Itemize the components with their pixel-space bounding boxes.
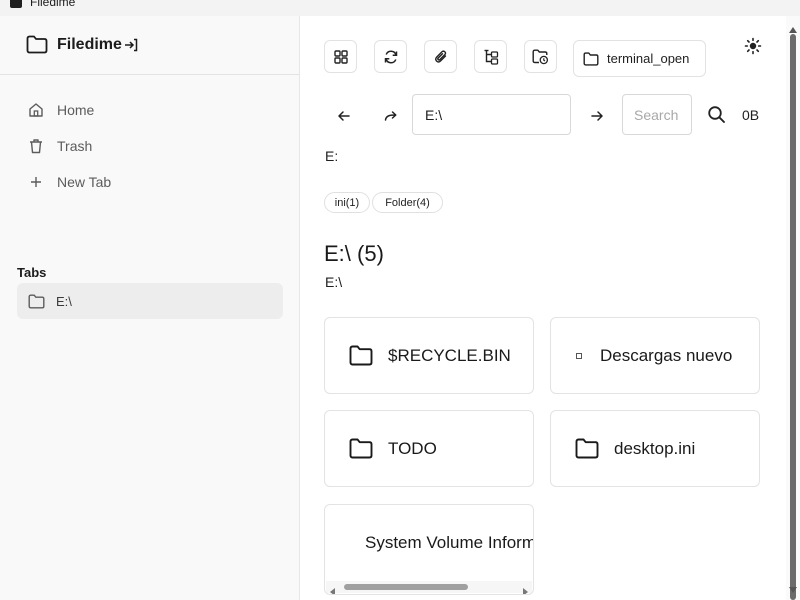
refresh-icon	[383, 49, 399, 65]
tree-view-button[interactable]	[474, 40, 507, 73]
search-input[interactable]	[622, 94, 692, 135]
grid-view-button[interactable]	[324, 40, 357, 73]
sidebar-item-label: Trash	[57, 138, 93, 154]
file-card[interactable]: System Volume Information	[324, 504, 534, 595]
redo-icon	[383, 108, 399, 124]
file-card[interactable]: desktop.ini	[550, 410, 760, 487]
forward-redo-button[interactable]	[381, 106, 401, 126]
folder-icon	[349, 438, 373, 459]
file-card[interactable]: $RECYCLE.BIN	[324, 317, 534, 394]
brand[interactable]: Filedime	[26, 35, 138, 54]
window-title: Filedime	[30, 0, 76, 9]
sidebar-item-label: New Tab	[57, 174, 112, 190]
search-button[interactable]	[707, 105, 726, 124]
filter-chip-folder[interactable]: Folder(4)	[372, 192, 443, 213]
file-card[interactable]: Descargas nuevo	[550, 317, 760, 394]
go-button[interactable]	[587, 106, 607, 126]
home-icon	[28, 102, 44, 118]
maximize-button[interactable]	[708, 0, 754, 12]
tab-item-e-drive[interactable]: E:\	[17, 283, 283, 319]
attach-button[interactable]	[424, 40, 457, 73]
window-titlebar: Filedime	[0, 0, 800, 16]
horizontal-scrollbar[interactable]	[326, 581, 532, 594]
arrow-right-icon	[589, 108, 605, 124]
scrollbar-thumb[interactable]	[790, 34, 796, 600]
sidebar-item-trash[interactable]: Trash	[28, 136, 92, 156]
file-card[interactable]: TODO	[324, 410, 534, 487]
scrollbar-thumb[interactable]	[344, 584, 468, 590]
small-square-icon	[575, 352, 583, 360]
collapse-sidebar-icon[interactable]	[124, 38, 138, 52]
minimize-button[interactable]	[662, 0, 708, 12]
search-icon	[707, 105, 726, 124]
folder-clock-icon	[532, 49, 549, 65]
scroll-down-icon[interactable]	[789, 580, 797, 598]
folder-icon	[28, 294, 45, 309]
sidebar-item-home[interactable]: Home	[28, 100, 94, 120]
scroll-left-icon[interactable]	[330, 583, 336, 594]
brand-name: Filedime	[57, 35, 122, 53]
size-label: 0B	[742, 107, 760, 123]
file-name: TODO	[388, 438, 437, 458]
file-name: $RECYCLE.BIN	[388, 345, 511, 365]
grid-icon	[333, 49, 349, 65]
vertical-scrollbar[interactable]	[786, 16, 800, 600]
close-button[interactable]	[754, 0, 800, 12]
file-name: System Volume Information	[365, 533, 533, 552]
file-name: desktop.ini	[614, 438, 696, 458]
sidebar-header: Filedime	[0, 16, 299, 75]
tabs-heading: Tabs	[17, 265, 47, 280]
terminal-open-label: terminal_open	[607, 51, 690, 66]
folder-icon	[26, 35, 48, 54]
tree-icon	[483, 49, 499, 65]
sidebar: Filedime Home Trash New Tab Tabs E:\	[0, 16, 300, 600]
scroll-right-icon[interactable]	[522, 583, 528, 594]
refresh-button[interactable]	[374, 40, 407, 73]
sidebar-item-label: Home	[57, 102, 95, 118]
breadcrumb[interactable]: E:	[325, 148, 338, 164]
directory-title: E:\ (5)	[324, 241, 384, 266]
sun-icon	[743, 36, 763, 56]
trash-icon	[28, 138, 44, 154]
folder-icon	[583, 51, 599, 66]
main-panel: terminal_open 0B E: ini(1) Folder(4) E:\…	[300, 16, 800, 600]
folder-icon	[349, 345, 373, 366]
directory-path: E:\	[325, 274, 343, 290]
sidebar-item-new-tab[interactable]: New Tab	[28, 172, 111, 192]
paperclip-icon	[433, 49, 449, 65]
app-icon	[10, 0, 22, 8]
filter-chip-ini[interactable]: ini(1)	[324, 192, 370, 213]
back-button[interactable]	[334, 106, 354, 126]
folder-icon	[575, 438, 599, 459]
arrow-left-icon	[336, 108, 352, 124]
path-input[interactable]	[412, 94, 571, 135]
file-name: Descargas nuevo	[600, 345, 733, 365]
terminal-open-button[interactable]: terminal_open	[573, 40, 706, 77]
plus-icon	[28, 174, 44, 190]
recent-folders-button[interactable]	[524, 40, 557, 73]
tab-label: E:\	[56, 293, 72, 309]
theme-toggle-button[interactable]	[743, 36, 763, 56]
